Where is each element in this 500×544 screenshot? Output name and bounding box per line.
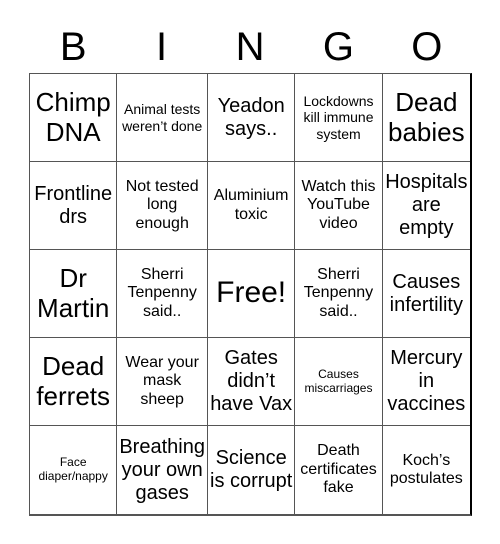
bingo-cell[interactable]: Dead babies — [382, 74, 470, 162]
bingo-cell[interactable]: Aluminium toxic — [207, 162, 296, 250]
header-letter-g: G — [322, 25, 354, 69]
bingo-cell[interactable]: Causes infertility — [382, 250, 470, 338]
bingo-cell[interactable]: Chimp DNA — [30, 74, 118, 162]
bingo-cell[interactable]: Dr Martin — [30, 250, 118, 338]
bingo-cell[interactable]: Hospitals are empty — [382, 162, 470, 250]
bingo-cell[interactable]: Frontline drs — [30, 162, 118, 250]
bingo-cell[interactable]: Wear your mask sheep — [117, 338, 208, 426]
bingo-cell[interactable]: Causes miscarriages — [295, 338, 383, 426]
bingo-cell[interactable]: Gates didn’t have Vax — [207, 338, 296, 426]
bingo-cell[interactable]: Breathing your own gases — [117, 426, 208, 514]
free-space-cell[interactable]: Free! — [207, 250, 296, 338]
bingo-cell[interactable]: Sherri Tenpenny said.. — [295, 250, 383, 338]
header-letter-n: N — [235, 25, 265, 69]
bingo-cell[interactable]: Not tested long enough — [117, 162, 208, 250]
header-letter-i: I — [156, 25, 168, 69]
bingo-card: Chimp DNA Animal tests weren’t done Yead… — [29, 73, 472, 516]
header-letter-b: B — [59, 25, 87, 69]
bingo-header: B I N G O — [29, 22, 471, 72]
header-letter-o: O — [411, 25, 443, 69]
bingo-cell[interactable]: Mercury in vaccines — [382, 338, 470, 426]
bingo-cell[interactable]: Watch this YouTube video — [295, 162, 383, 250]
bingo-cell[interactable]: Face diaper/nappy — [30, 426, 118, 514]
bingo-cell[interactable]: Dead ferrets — [30, 338, 118, 426]
bingo-cell[interactable]: Lockdowns kill immune system — [295, 74, 383, 162]
bingo-cell[interactable]: Sherri Tenpenny said.. — [117, 250, 208, 338]
bingo-cell[interactable]: Death certificates fake — [295, 426, 383, 514]
bingo-cell[interactable]: Animal tests weren’t done — [117, 74, 208, 162]
bingo-cell[interactable]: Koch’s postulates — [383, 426, 470, 514]
bingo-cell[interactable]: Science is corrupt — [208, 426, 296, 514]
bingo-cell[interactable]: Yeadon says.. — [207, 74, 296, 162]
